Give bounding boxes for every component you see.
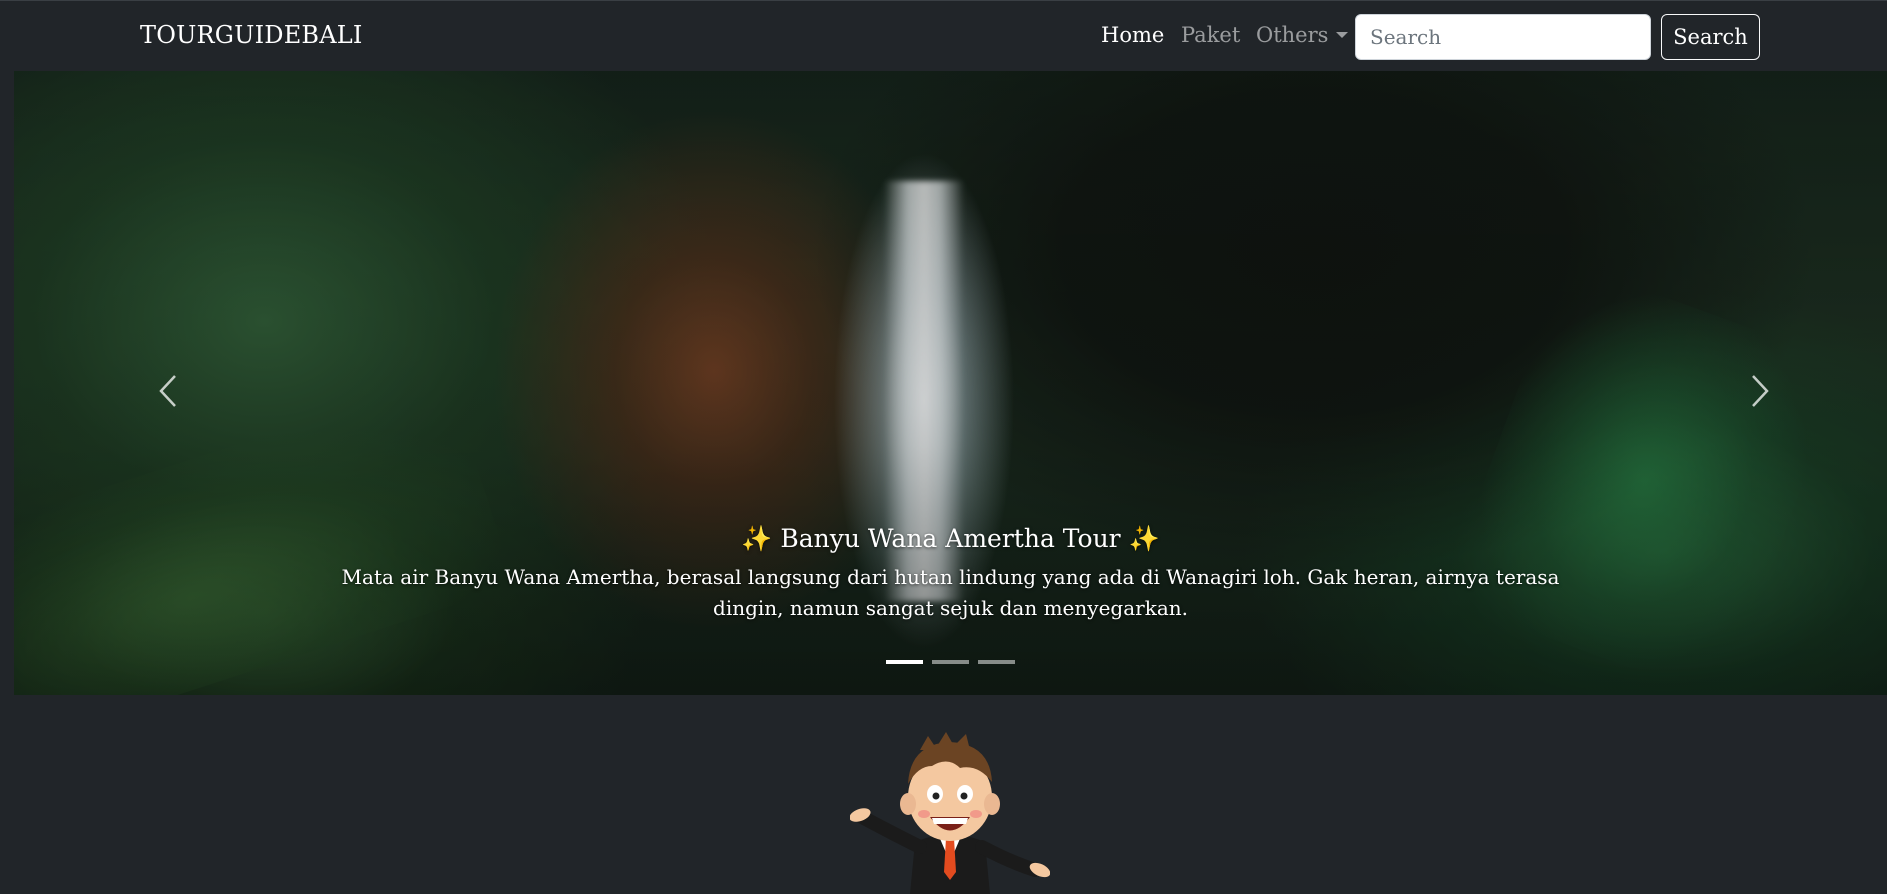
hero-carousel: ✨ Banyu Wana Amertha Tour ✨ Mata air Ban… bbox=[14, 71, 1887, 695]
chevron-left-icon bbox=[159, 375, 176, 407]
slide-description: Mata air Banyu Wana Amertha, berasal lan… bbox=[341, 565, 1560, 620]
navbar: TOURGUIDEBALI Home Paket Others Search bbox=[0, 0, 1887, 71]
sparkle-icon: ✨ bbox=[1128, 524, 1160, 553]
carousel-prev-button[interactable] bbox=[139, 361, 199, 421]
search-button[interactable]: Search bbox=[1661, 14, 1760, 60]
nav-link-home[interactable]: Home bbox=[1101, 23, 1164, 47]
carousel-indicator-1[interactable] bbox=[886, 660, 923, 664]
mascot-image bbox=[849, 722, 1051, 894]
carousel-next-button[interactable] bbox=[1729, 361, 1789, 421]
chevron-right-icon bbox=[1752, 375, 1769, 407]
caret-down-icon bbox=[1336, 32, 1349, 38]
carousel-caption: ✨ Banyu Wana Amertha Tour ✨ Mata air Ban… bbox=[14, 524, 1887, 624]
carousel-indicator-3[interactable] bbox=[978, 660, 1015, 664]
slide-title: ✨ Banyu Wana Amertha Tour ✨ bbox=[14, 524, 1887, 554]
carousel-indicator-2[interactable] bbox=[932, 660, 969, 664]
nav-dropdown-others[interactable]: Others bbox=[1256, 23, 1349, 47]
search-input[interactable] bbox=[1355, 14, 1651, 60]
sparkle-icon: ✨ bbox=[741, 524, 773, 553]
brand-logo[interactable]: TOURGUIDEBALI bbox=[140, 21, 363, 49]
slide-title-text: Banyu Wana Amertha Tour bbox=[780, 524, 1121, 553]
nav-dropdown-others-label: Others bbox=[1256, 23, 1329, 47]
nav-link-paket[interactable]: Paket bbox=[1181, 23, 1240, 47]
